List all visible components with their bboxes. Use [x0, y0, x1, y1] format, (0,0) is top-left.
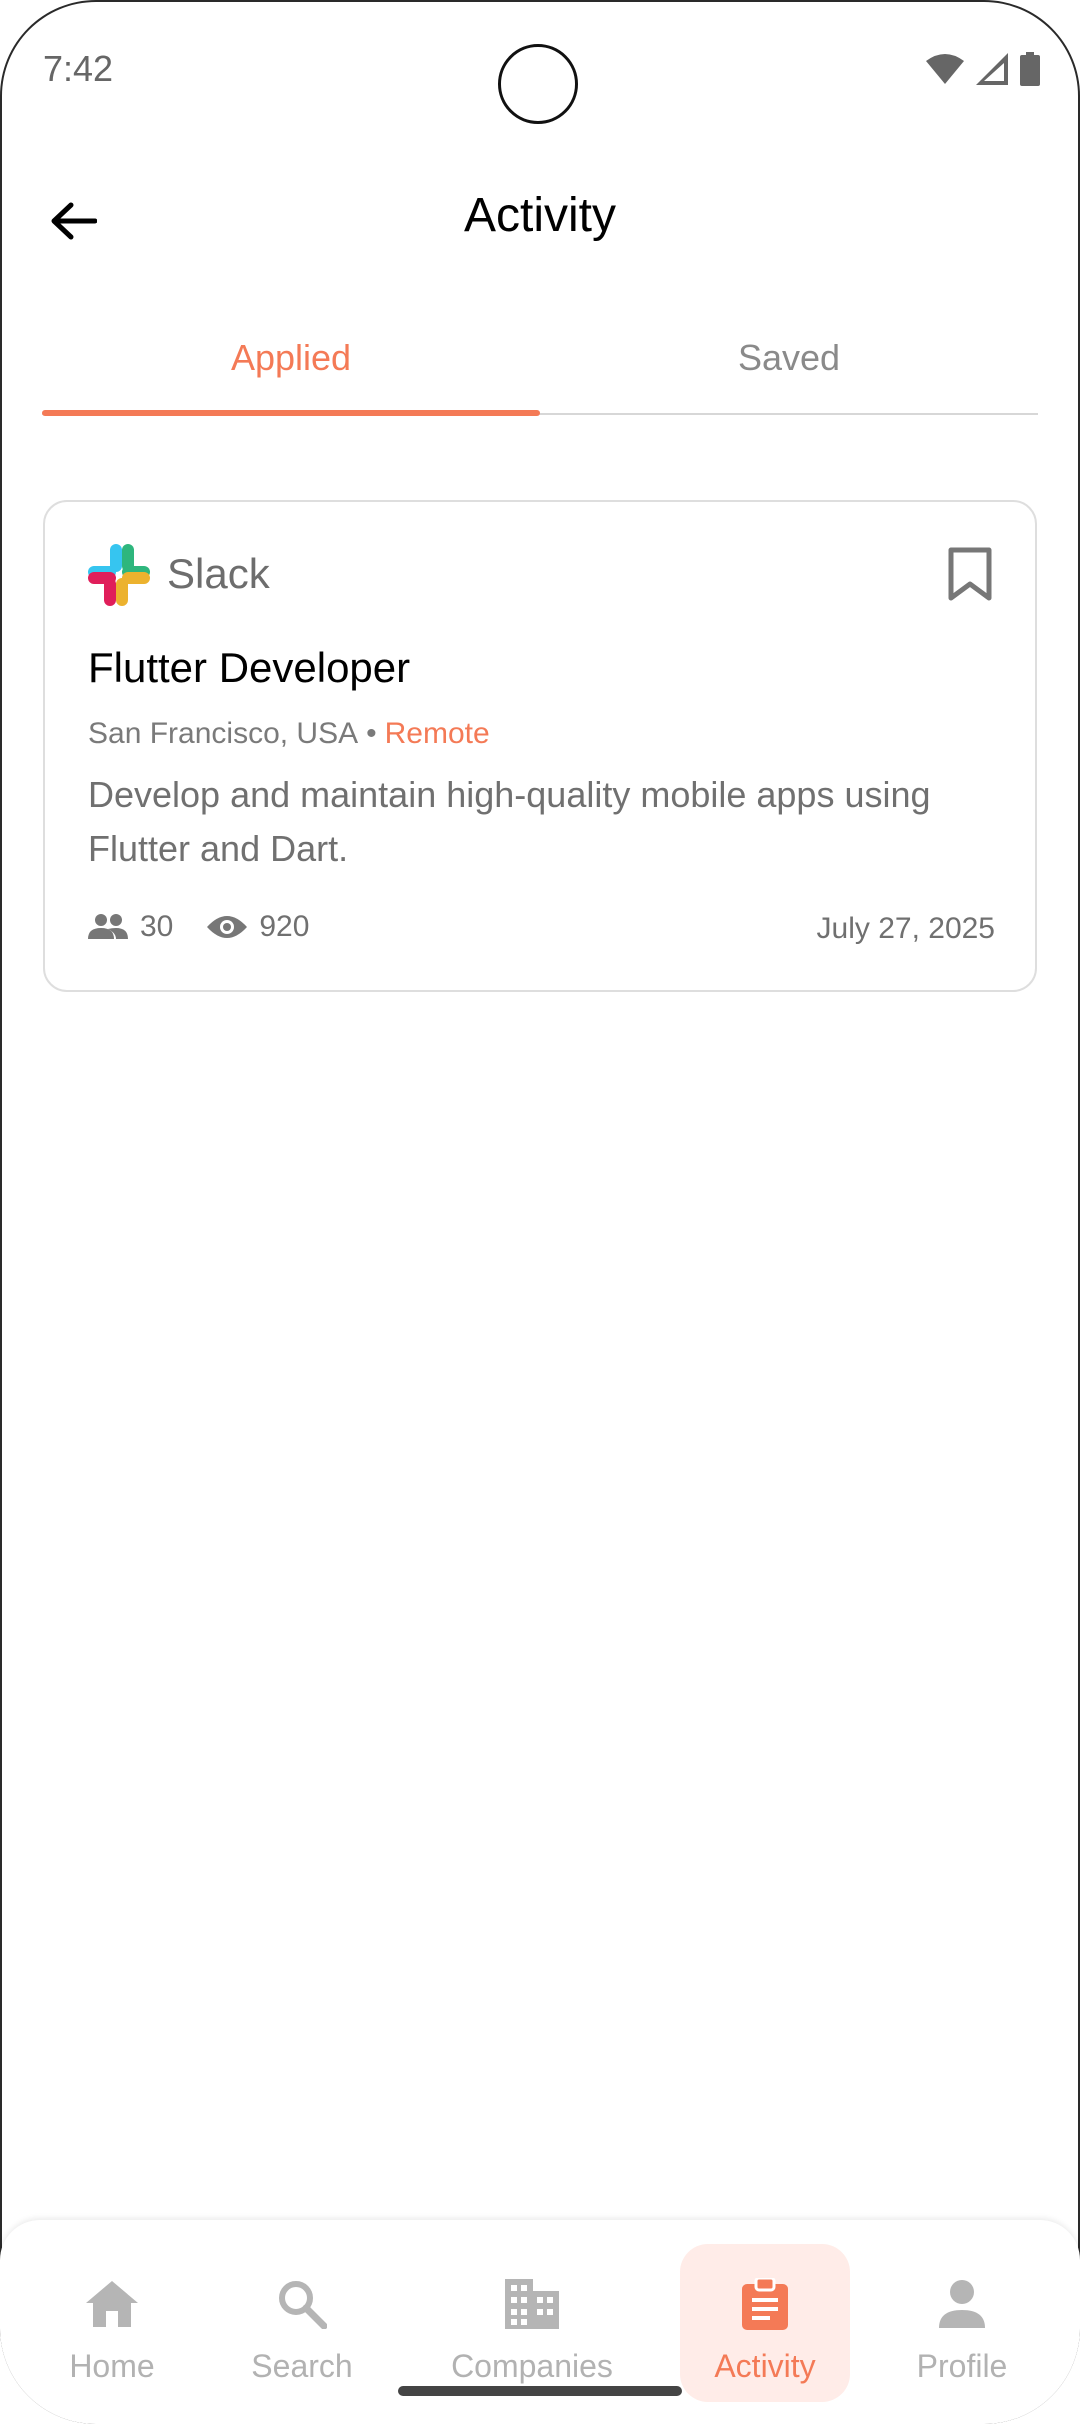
views-count: 920 [259, 910, 310, 943]
camera-cutout [498, 44, 578, 124]
company-name: Slack [167, 550, 270, 597]
applicants-stat: 30 [88, 910, 173, 944]
job-card[interactable]: Slack Flutter Developer San Francisco, U… [43, 500, 1037, 992]
job-date: July 27, 2025 [816, 912, 995, 945]
job-description: Develop and maintain high-quality mobile… [88, 774, 931, 869]
nav-label-profile: Profile [916, 2348, 1008, 2384]
bookmark-icon[interactable] [945, 546, 995, 602]
job-meta: San Francisco, USA • Remote [88, 717, 490, 751]
job-stats: 30 920 [88, 910, 343, 944]
nav-label-search: Search [251, 2348, 353, 2384]
phone-frame: 7:42 Activity Applied Saved Slack Flutte… [0, 0, 1080, 2424]
profile-icon [939, 2280, 985, 2328]
nav-search[interactable]: Search [230, 2244, 374, 2402]
nav-home[interactable]: Home [40, 2244, 184, 2402]
views-stat: 920 [207, 910, 309, 944]
tab-indicator [42, 410, 540, 416]
companies-icon [505, 2279, 559, 2329]
nav-label-activity: Activity [714, 2348, 816, 2384]
people-icon [88, 914, 128, 939]
applicants-count: 30 [140, 910, 174, 943]
eye-icon [207, 916, 248, 938]
status-bar: 7:42 [0, 0, 1080, 140]
slack-logo-icon [88, 544, 150, 606]
tab-saved[interactable]: Saved [540, 300, 1038, 416]
app-header: Activity [0, 160, 1080, 270]
nav-label-home: Home [69, 2348, 155, 2384]
page-title: Activity [463, 189, 616, 242]
status-time: 7:42 [43, 48, 114, 89]
job-title: Flutter Developer [88, 644, 411, 691]
tab-bar: Applied Saved [42, 300, 1038, 416]
status-icons [926, 52, 1040, 86]
wifi-icon [926, 54, 964, 84]
nav-label-companies: Companies [451, 2348, 613, 2384]
meta-separator: • [366, 717, 377, 750]
tab-applied[interactable]: Applied [42, 300, 540, 416]
nav-companies[interactable]: Companies [430, 2244, 634, 2402]
work-type: Remote [384, 717, 490, 750]
search-icon [279, 2281, 327, 2329]
home-indicator[interactable] [398, 2386, 682, 2396]
nav-activity[interactable]: Activity [680, 2244, 850, 2402]
job-location: San Francisco, USA [88, 717, 359, 750]
home-icon [86, 2281, 138, 2327]
signal-icon [976, 53, 1008, 85]
battery-icon [1020, 52, 1040, 86]
activity-icon [742, 2278, 788, 2330]
nav-profile[interactable]: Profile [890, 2244, 1034, 2402]
